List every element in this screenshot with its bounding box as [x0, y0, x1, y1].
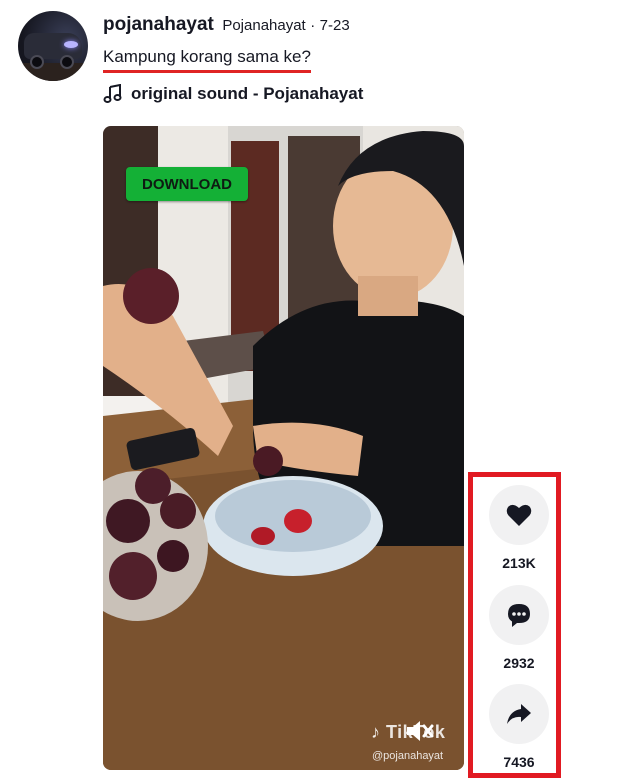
video-player[interactable]: DOWNLOAD ♪ TikTok @pojanahayat	[103, 126, 464, 770]
comment-count: 2932	[503, 655, 535, 671]
avatar-road	[18, 63, 88, 81]
share-action[interactable]: 7436	[489, 684, 549, 770]
nickname[interactable]: Pojanahayat	[222, 17, 305, 34]
heart-icon	[506, 504, 532, 526]
avatar-wheel	[30, 55, 44, 69]
avatar[interactable]	[18, 11, 88, 81]
video-frame	[103, 126, 464, 770]
avatar-wheel	[60, 55, 74, 69]
comment-action[interactable]: 2932	[489, 585, 549, 671]
avatar-headlight	[64, 41, 78, 48]
mute-icon[interactable]	[404, 718, 434, 744]
like-action[interactable]: 213K	[489, 485, 549, 571]
post-caption: Kampung korang sama ke?	[103, 47, 311, 73]
like-count: 213K	[502, 555, 536, 571]
share-button[interactable]	[489, 684, 549, 744]
download-button[interactable]: DOWNLOAD	[126, 167, 248, 201]
comment-button[interactable]	[489, 585, 549, 645]
share-arrow-icon	[507, 704, 531, 724]
actions-highlight: 213K 2932 7436	[468, 472, 561, 778]
music-note-icon	[103, 84, 122, 103]
video-handle: @pojanahayat	[372, 750, 444, 762]
post-header: pojanahayat Pojanahayat · 7-23	[103, 14, 350, 36]
music-link[interactable]: original sound - Pojanahayat	[103, 84, 363, 104]
comment-icon	[508, 604, 530, 627]
music-title: original sound - Pojanahayat	[131, 84, 364, 103]
post-date: 7-23	[319, 17, 350, 34]
share-count: 7436	[503, 754, 535, 770]
username[interactable]: pojanahayat	[103, 14, 214, 35]
like-button[interactable]	[489, 485, 549, 545]
tiktok-logo-icon: ♪	[371, 722, 381, 742]
separator: ·	[310, 17, 316, 34]
